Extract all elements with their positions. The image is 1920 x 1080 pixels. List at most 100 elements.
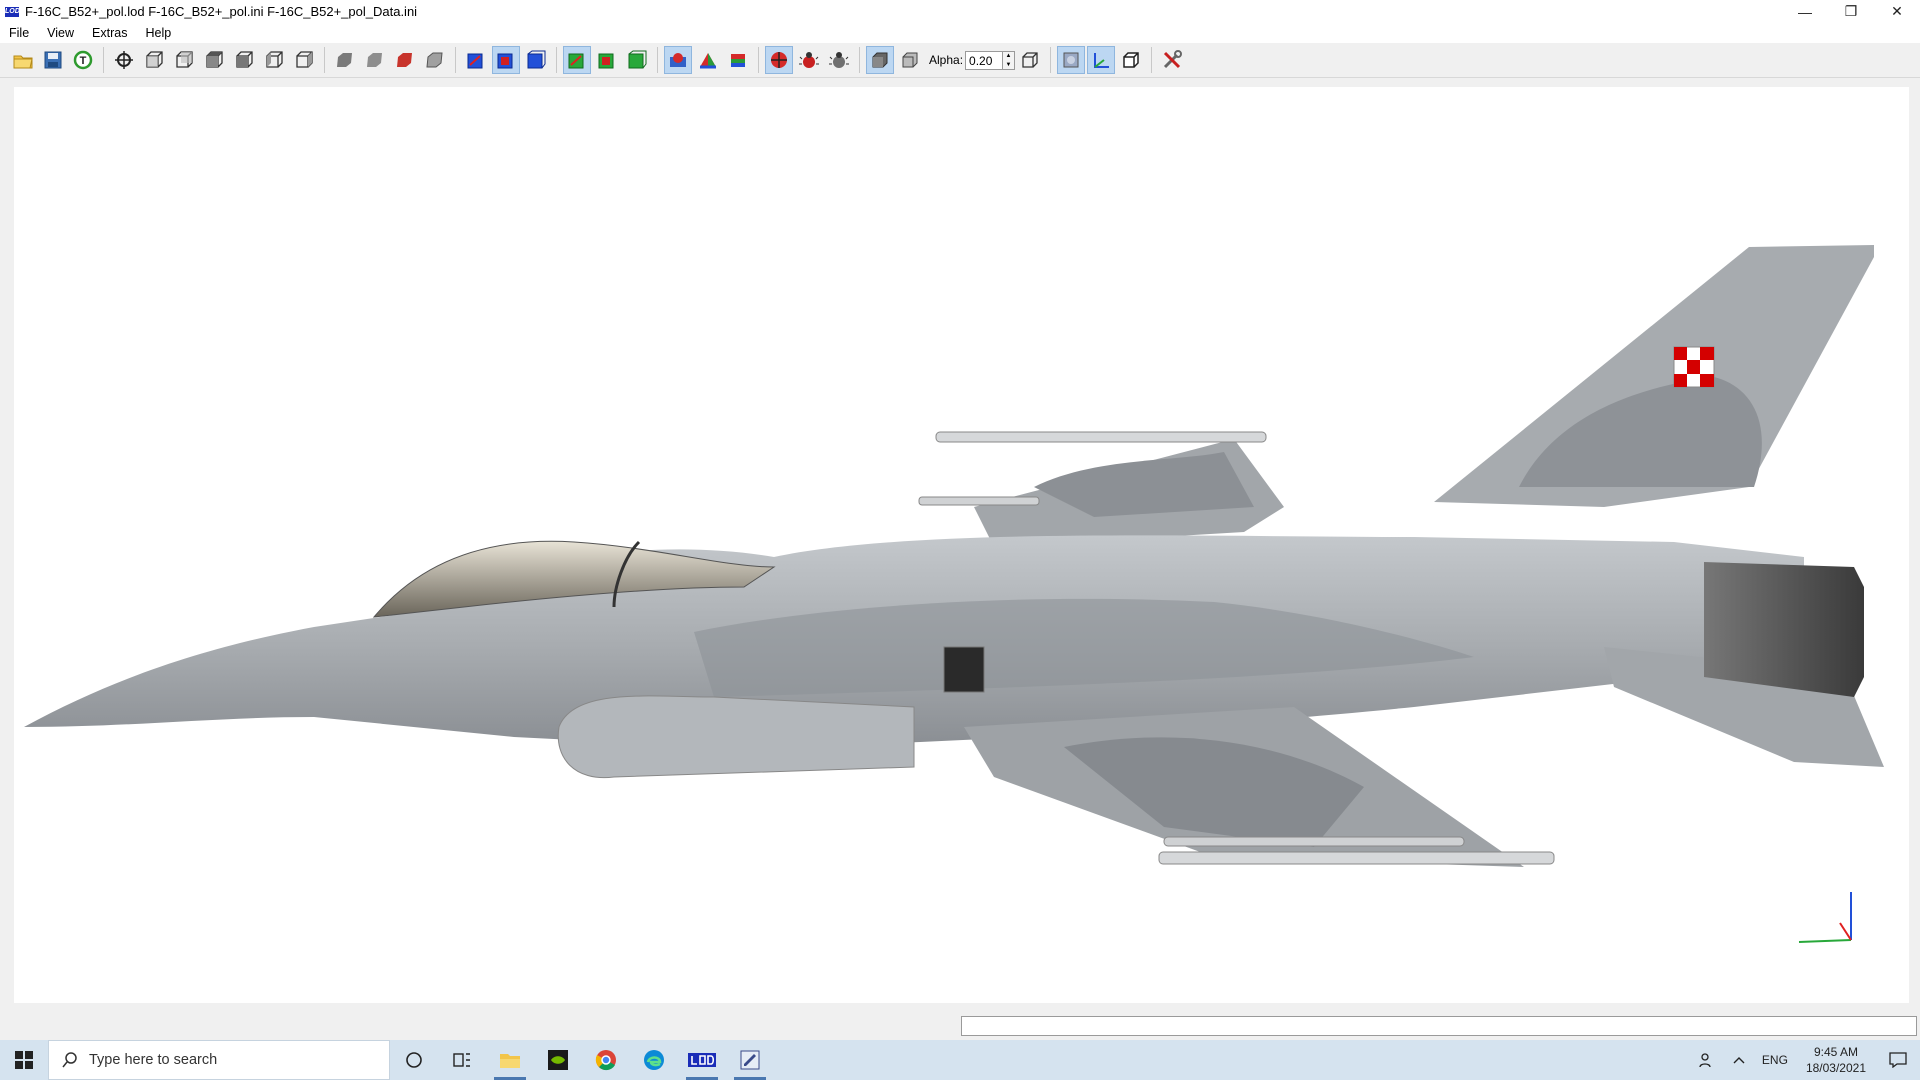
- red-target-icon: [771, 52, 787, 68]
- edge-icon: [644, 1050, 664, 1070]
- toolbar-separator: [1151, 47, 1153, 73]
- shaded-shape-icon: [337, 53, 352, 67]
- action-center-button[interactable]: [1876, 1040, 1920, 1080]
- axes-icon: [1094, 53, 1110, 68]
- close-button[interactable]: ✕: [1874, 0, 1920, 23]
- 3d-viewport[interactable]: [14, 87, 1909, 1003]
- grey-transparent-box-icon: [902, 52, 918, 68]
- taskbar-app-explorer[interactable]: [486, 1040, 534, 1080]
- green-cube-red-icon: [568, 53, 584, 69]
- svg-text:T: T: [80, 55, 87, 67]
- menu-view[interactable]: View: [38, 23, 83, 43]
- shade-wire-button[interactable]: [421, 46, 449, 74]
- background-square-icon: [1063, 52, 1079, 68]
- red-bug-icon: [799, 52, 819, 68]
- lod-app-icon: LOD: [5, 6, 20, 17]
- people-icon: [1699, 1053, 1711, 1068]
- shade-smooth-button[interactable]: [331, 46, 359, 74]
- bug-grey-button[interactable]: [825, 46, 853, 74]
- toolbar-separator: [1050, 47, 1052, 73]
- start-button[interactable]: [0, 1040, 48, 1080]
- view-left-button[interactable]: [260, 46, 288, 74]
- taskbar-app-editor[interactable]: [726, 1040, 774, 1080]
- people-button[interactable]: [1690, 1040, 1724, 1080]
- cube-top-icon: [206, 51, 223, 68]
- menu-help[interactable]: Help: [136, 23, 180, 43]
- taskbar-search[interactable]: Type here to search: [48, 1040, 390, 1080]
- select-mesh-button[interactable]: [462, 46, 490, 74]
- green-cube-face-icon: [598, 53, 614, 69]
- cube-wire-back-icon: [176, 51, 193, 68]
- view-right-button[interactable]: [290, 46, 318, 74]
- background-button[interactable]: [1057, 46, 1086, 74]
- language-indicator[interactable]: ENG: [1762, 1053, 1788, 1067]
- green-face-button[interactable]: [593, 46, 621, 74]
- spin-down-icon[interactable]: ▼: [1003, 61, 1014, 70]
- bug-red-button[interactable]: [795, 46, 823, 74]
- view-front-button[interactable]: [140, 46, 168, 74]
- axes-button[interactable]: [1087, 46, 1116, 74]
- flat-shape-icon: [367, 53, 382, 67]
- textured-shape-icon: [397, 53, 412, 67]
- taskbar-app-nvidia[interactable]: [534, 1040, 582, 1080]
- task-view-icon: [453, 1053, 470, 1067]
- red-sphere-box-icon: [670, 53, 686, 67]
- crosshair-zoom-icon: [115, 51, 133, 69]
- taskbar-app-edge[interactable]: [630, 1040, 678, 1080]
- wire-shape-icon: [426, 52, 443, 68]
- transparent-box-button[interactable]: [896, 46, 924, 74]
- search-icon: [62, 1052, 77, 1068]
- restore-button[interactable]: ❐: [1828, 0, 1874, 23]
- tray-overflow-button[interactable]: [1724, 1040, 1754, 1080]
- alpha-spinner[interactable]: ▲ ▼: [1003, 50, 1016, 70]
- green-mesh-button[interactable]: [563, 46, 591, 74]
- save-button[interactable]: [39, 46, 67, 74]
- upper-missile-2: [918, 496, 1040, 506]
- window-title: F-16C_B52+_pol.lod F-16C_B52+_pol.ini F-…: [25, 4, 418, 19]
- texture-button[interactable]: [724, 46, 752, 74]
- view-bottom-button[interactable]: [230, 46, 258, 74]
- wire-box-icon: [1022, 52, 1038, 68]
- select-vertex-button[interactable]: [522, 46, 550, 74]
- cortana-circle-icon: [406, 1052, 422, 1068]
- light-toggle-button[interactable]: [664, 46, 692, 74]
- cortana-button[interactable]: [390, 1040, 438, 1080]
- search-placeholder: Type here to search: [89, 1052, 218, 1068]
- aircraft-model-render: [24, 245, 1884, 943]
- shade-flat-button[interactable]: [361, 46, 389, 74]
- green-vertex-button[interactable]: [623, 46, 651, 74]
- bounding-box-button[interactable]: [1117, 46, 1145, 74]
- menu-file[interactable]: File: [0, 23, 38, 43]
- wire-box-button[interactable]: [1016, 46, 1044, 74]
- taskbar-app-lod[interactable]: [678, 1040, 726, 1080]
- layered-box-icon: [731, 54, 745, 67]
- view-top-button[interactable]: [200, 46, 228, 74]
- blue-cube-face-icon: [497, 53, 513, 69]
- select-face-button[interactable]: [492, 46, 520, 74]
- open-folder-button[interactable]: [9, 46, 37, 74]
- cube-left-icon: [266, 51, 283, 68]
- toolbar-separator: [556, 47, 557, 73]
- spin-up-icon[interactable]: ▲: [1003, 52, 1014, 61]
- task-view-button[interactable]: [438, 1040, 486, 1080]
- view-back-button[interactable]: [170, 46, 198, 74]
- alpha-input[interactable]: 0.20: [965, 50, 1004, 70]
- engine-nozzle: [1704, 562, 1864, 697]
- axis-gizmo: [1798, 892, 1852, 943]
- dof-button[interactable]: [765, 46, 793, 74]
- taskbar-clock[interactable]: 9:45 AM 18/03/2021: [1806, 1044, 1866, 1076]
- shade-textured-button[interactable]: [391, 46, 419, 74]
- zoom-fit-button[interactable]: [110, 46, 138, 74]
- reload-texture-button[interactable]: T: [69, 46, 97, 74]
- menu-extras[interactable]: Extras: [83, 23, 136, 43]
- minimize-button[interactable]: —: [1782, 0, 1828, 23]
- green-cube-icon: [628, 50, 647, 69]
- solid-box-button[interactable]: [866, 46, 894, 74]
- chevron-up-icon: [1733, 1057, 1745, 1064]
- tools-button[interactable]: [1158, 46, 1186, 74]
- normals-button[interactable]: [694, 46, 722, 74]
- colored-diamond-icon: [700, 53, 716, 69]
- notification-icon: [1889, 1052, 1907, 1068]
- windows-logo-icon: [15, 1051, 33, 1069]
- taskbar-app-chrome[interactable]: [582, 1040, 630, 1080]
